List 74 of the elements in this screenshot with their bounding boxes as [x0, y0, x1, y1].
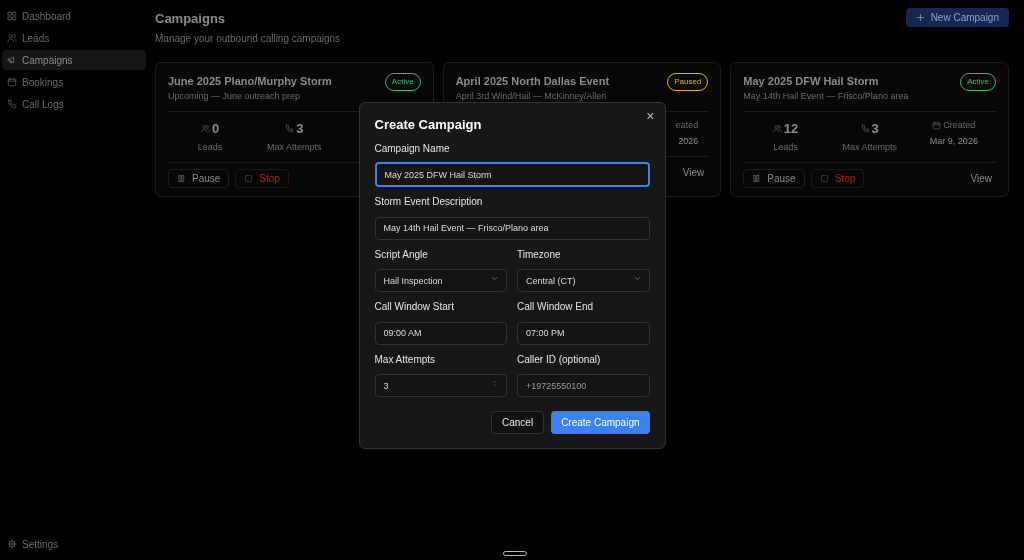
input-field[interactable]: 09:00 AM: [374, 321, 507, 345]
field-label: Timezone: [517, 247, 562, 262]
sidebar-item[interactable]: Campaigns: [2, 50, 146, 70]
input-field[interactable]: May 14th Hail Event — Frisco/Plano area: [374, 216, 650, 240]
stat-value: 2026: [678, 135, 699, 148]
pause-button[interactable]: Pause: [743, 168, 805, 188]
phone-icon: [860, 123, 870, 133]
settings-link[interactable]: Settings: [2, 534, 64, 554]
campaign-subtitle: April 3rd Wind/Hail — McKinney/Allen: [455, 90, 608, 103]
stat-label: Leads: [197, 141, 223, 154]
pause-icon: [752, 173, 762, 183]
campaign-subtitle: May 14th Hail Event — Frisco/Plano area: [743, 90, 909, 103]
status-badge: Active: [960, 72, 996, 91]
field-label: Max Attempts: [374, 352, 437, 367]
stat-value: Mar 9, 2026: [929, 135, 978, 148]
select-field[interactable]: Central (CT): [517, 269, 650, 292]
stop-button[interactable]: Stop: [810, 168, 865, 188]
input-field[interactable]: 3: [374, 374, 507, 397]
plus-icon: [915, 13, 925, 22]
status-badge: Paused: [667, 72, 709, 91]
cancel-button[interactable]: Cancel: [491, 411, 545, 434]
view-button[interactable]: View: [966, 168, 996, 188]
calendar-icon: [932, 120, 942, 130]
stat-label: eated: [675, 118, 699, 132]
users-icon: [201, 123, 210, 133]
stat-label: Created: [943, 118, 976, 132]
phone-icon: [7, 99, 17, 109]
field-label: Script Angle: [374, 247, 429, 262]
sidebar-item[interactable]: Dashboard: [2, 6, 146, 26]
page-title: Campaigns: [155, 10, 227, 28]
campaign-subtitle: Upcoming — June outreach prep: [168, 90, 302, 103]
stat-value: 12: [783, 119, 799, 138]
sidebar-item[interactable]: Bookings: [2, 72, 146, 92]
home-indicator: [503, 551, 527, 556]
grid-icon: [7, 11, 17, 21]
pause-button[interactable]: Pause: [168, 168, 230, 188]
field-label: Storm Event Description: [374, 195, 484, 209]
status-badge: Active: [384, 72, 421, 91]
page-subtitle: Manage your outbound calling campaigns: [155, 31, 341, 46]
new-campaign-button[interactable]: New Campaign: [905, 8, 1009, 27]
field-label: Call Window End: [517, 300, 595, 314]
stat-value: 0: [212, 119, 220, 138]
stop-icon: [819, 173, 829, 183]
input-field[interactable]: May 2025 DFW Hail Storm: [374, 162, 650, 187]
create-campaign-button[interactable]: Create Campaign: [551, 411, 650, 434]
stat-label: Max Attempts: [842, 141, 897, 154]
stat-label: Max Attempts: [267, 141, 322, 154]
stat-label: Leads: [773, 141, 798, 154]
spinner-arrows-icon: [491, 378, 499, 388]
stat-value: 3: [871, 119, 879, 138]
close-button[interactable]: ×: [646, 109, 655, 123]
campaign-title: June 2025 Plano/Murphy Storm: [168, 73, 332, 89]
users-icon: [772, 123, 782, 133]
input-field[interactable]: 07:00 PM: [517, 321, 650, 345]
stop-icon: [244, 173, 254, 183]
field-label: Campaign Name: [374, 141, 451, 156]
sidebar-item[interactable]: Call Logs: [2, 94, 146, 114]
pause-icon: [177, 173, 186, 183]
stat-value: 3: [296, 119, 304, 138]
settings-icon: [7, 539, 17, 549]
select-field[interactable]: Hail Inspection: [374, 269, 507, 292]
campaign-title: April 2025 North Dallas Event: [455, 73, 610, 89]
stop-button[interactable]: Stop: [235, 168, 289, 188]
dialog-title: Create Campaign: [374, 116, 483, 134]
field-label: Call Window Start: [374, 300, 455, 314]
view-button[interactable]: View: [678, 162, 709, 182]
calendar-icon: [7, 77, 17, 87]
input-field[interactable]: +19725550100: [517, 374, 650, 397]
users-icon: [7, 33, 17, 43]
campaign-title: May 2025 DFW Hail Storm: [743, 73, 880, 89]
sidebar-item[interactable]: Leads: [2, 28, 146, 48]
phone-icon: [285, 123, 295, 133]
megaphone-icon: [7, 55, 17, 65]
field-label: Caller ID (optional): [517, 352, 602, 367]
